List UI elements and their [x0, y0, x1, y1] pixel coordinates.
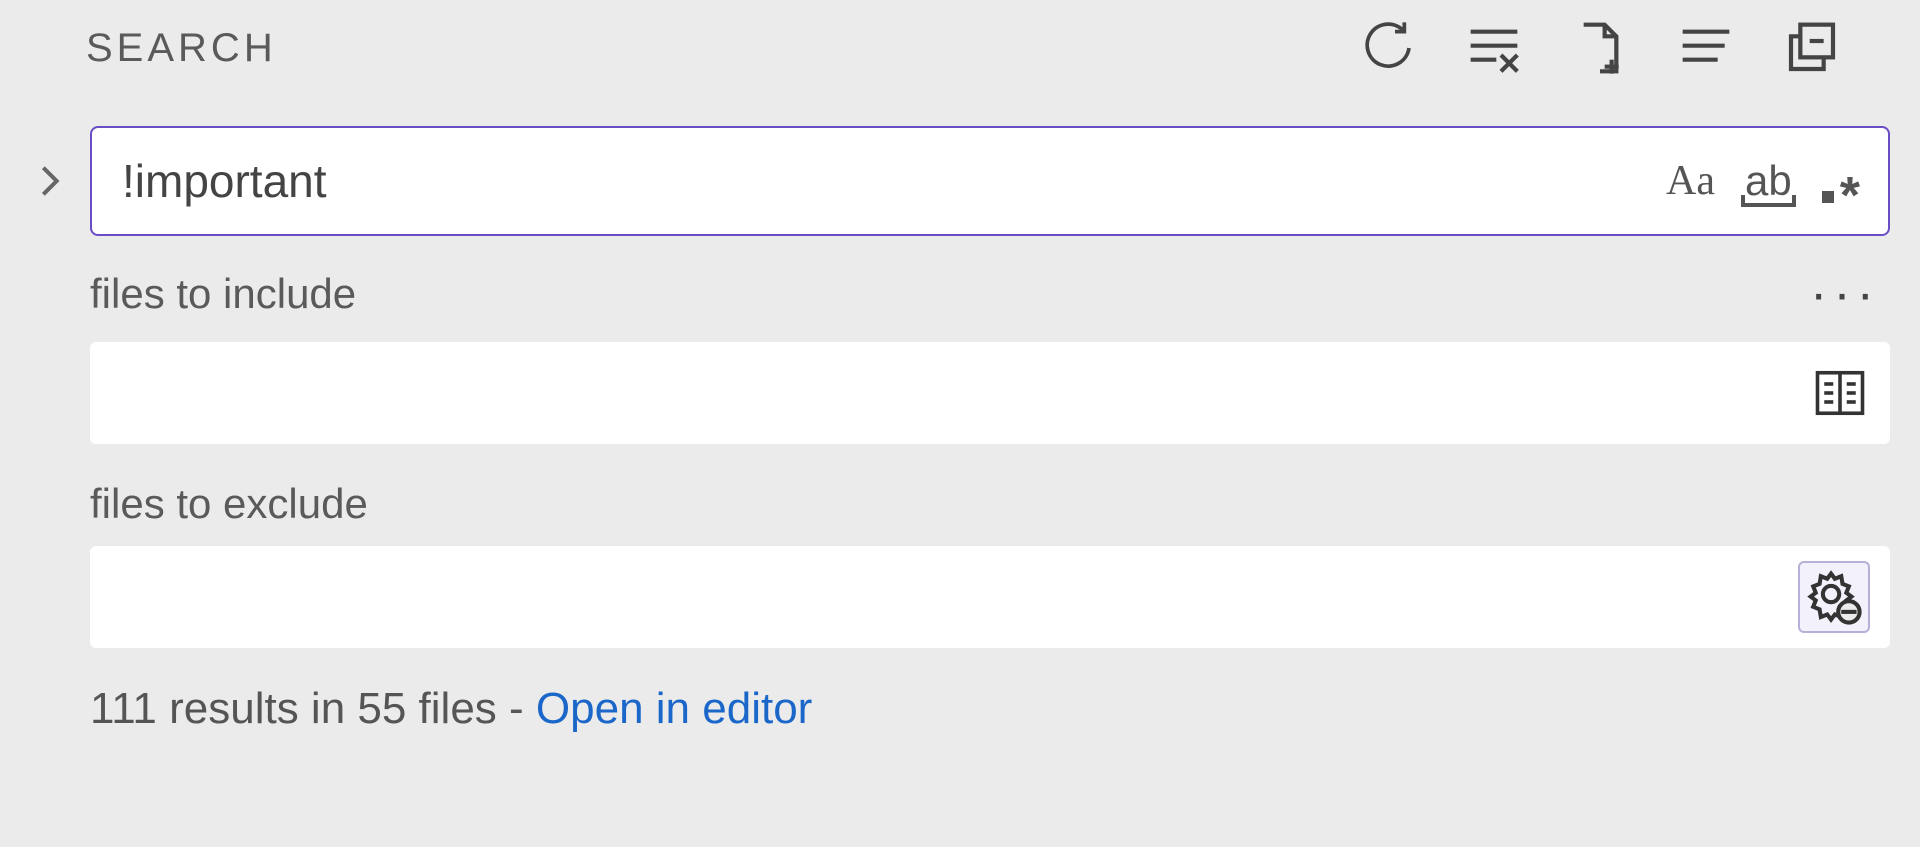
panel-header: SEARCH — [30, 0, 1890, 96]
view-as-tree-icon[interactable] — [1678, 20, 1734, 76]
search-input[interactable] — [120, 153, 1666, 209]
exclude-settings-icon[interactable] — [1798, 561, 1870, 633]
files-include-input[interactable] — [110, 368, 1810, 418]
files-exclude-label: files to exclude — [90, 480, 368, 528]
results-summary: 111 results in 55 files - Open in editor — [90, 684, 1890, 734]
search-box: Aa ab * — [90, 126, 1890, 236]
results-count-text: 111 results in 55 files - — [90, 684, 536, 733]
match-case-toggle[interactable]: Aa — [1666, 153, 1715, 209]
open-in-editor-link[interactable]: Open in editor — [536, 684, 812, 733]
files-exclude-input[interactable] — [110, 572, 1798, 622]
toggle-replace-icon[interactable] — [30, 161, 70, 201]
regex-asterisk: * — [1840, 183, 1860, 209]
search-row: Aa ab * — [30, 96, 1890, 236]
files-include-field — [90, 342, 1890, 444]
exclude-row-header: files to exclude — [90, 480, 1890, 528]
new-search-editor-icon[interactable] — [1572, 20, 1628, 76]
whole-word-label: ab — [1745, 157, 1792, 205]
refresh-icon[interactable] — [1360, 20, 1416, 76]
files-exclude-field — [90, 546, 1890, 648]
collapse-all-icon[interactable] — [1784, 20, 1840, 76]
clear-results-icon[interactable] — [1466, 20, 1522, 76]
regex-dot — [1822, 191, 1834, 203]
panel-actions — [1360, 20, 1840, 76]
regex-toggle[interactable]: * — [1822, 153, 1860, 209]
book-icon[interactable] — [1810, 363, 1870, 423]
toggle-search-details-icon[interactable]: ··· — [1810, 264, 1890, 324]
include-row-header: files to include ··· — [90, 264, 1890, 324]
panel-title: SEARCH — [86, 26, 277, 71]
search-details: files to include ··· files to exclude — [30, 236, 1890, 734]
search-toggles: Aa ab * — [1666, 153, 1860, 209]
files-include-label: files to include — [90, 270, 356, 318]
whole-word-toggle[interactable]: ab — [1745, 153, 1792, 209]
search-panel: SEARCH — [0, 0, 1920, 847]
